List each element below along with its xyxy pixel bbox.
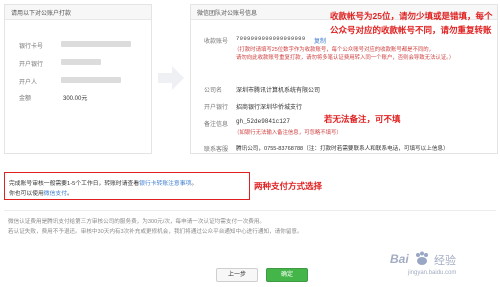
company-value: 深圳市腾讯计算机系统有限公司	[236, 88, 321, 94]
arrow-right-icon	[158, 66, 184, 90]
bank-label: 开户银行	[19, 62, 44, 68]
watermark-url: jingyan.baidu.com	[408, 270, 457, 276]
remark-value: gh_52de9841c127	[236, 118, 291, 125]
notice-line2-end: 。	[67, 191, 73, 197]
notice-line1-end: 。	[191, 181, 198, 187]
account-holder-value-blurred	[61, 77, 121, 83]
bank-card-label: 银行卡号	[19, 44, 44, 50]
contact-value: 腾讯公司，0755-83768788（注：打款时若需要联系人和联系电话，可填写以…	[236, 146, 449, 152]
contact-label: 联系客服	[204, 147, 229, 153]
fee-info-line2: 若认证失败，费用不予退还。审核中30天内有3次补充或更修机会，我们将通过公众平台…	[8, 229, 303, 235]
amount-label: 金额	[19, 96, 32, 102]
notice-line2-text: 你也可以使用	[9, 191, 44, 197]
red-annotation-remark: 若无法备注，可不填	[324, 114, 401, 124]
red-annotation-account: 收款帐号为25位，请勿少填或是错填，每个 公众号对应的收款帐号不同，请勿重复转账	[330, 10, 492, 36]
notice-line2: 你也可以使用微信支付。	[9, 188, 73, 197]
remark-label: 备注信息	[204, 122, 229, 128]
bank-card-value-blurred	[61, 41, 131, 47]
remark-note: （如银行无法输入备注信息，可忽略不填写）	[234, 130, 342, 136]
copy-link[interactable]: 复制	[314, 36, 326, 45]
account-holder-label: 开户人	[19, 80, 38, 86]
payment-notice-box: 完成账号审核一般需要1-5个工作日，转账时请查看银行卡转账注意事项。 你也可以使…	[4, 172, 250, 200]
watermark-brand: Bai	[390, 252, 409, 266]
amount-value: 300.00元	[63, 96, 88, 102]
panel-title: 微信团队对公账号信息	[197, 11, 258, 17]
panel-title: 请用以下对公账户打款	[11, 11, 72, 17]
receive-account-note-line2: 请勿向此收款账号重复打款，请勿将多笔认证费用转入同一个账户，否则会导致无法认证。…	[236, 55, 455, 61]
receive-account-note-line1: （打款时请填写25位数字作为收款账号，每个公众账号对应的收款账号都是不同的，	[234, 47, 435, 53]
paw-logo-icon	[416, 251, 428, 265]
receive-account-label: 收款账号	[204, 39, 229, 45]
baidu-jingyan-watermark: Bai 经验 jingyan.baidu.com	[390, 250, 494, 284]
bank-value-blurred	[61, 59, 101, 65]
bank-transfer-notes-link[interactable]: 银行卡转账注意事项	[139, 181, 191, 187]
payment-account-header: 请用以下对公账户打款	[5, 5, 151, 20]
payment-account-panel: 请用以下对公账户打款 银行卡号 开户银行 开户人 金额 300.00元	[4, 4, 152, 154]
divider	[4, 210, 496, 211]
notice-line1-text: 完成账号审核一般需要1-5个工作日，转账时请查看	[9, 181, 140, 187]
confirm-button[interactable]: 确定	[266, 268, 308, 282]
red-annotation-account-line2: 公众号对应的收款帐号不同，请勿重复转账	[330, 25, 492, 35]
red-annotation-payment-methods: 两种支付方式选择	[254, 181, 323, 191]
wechat-pay-link[interactable]: 微信支付	[44, 191, 67, 197]
company-label: 公司名	[204, 88, 223, 94]
receive-account-value: 7999999999999999999	[236, 35, 306, 42]
watermark-suffix: 经验	[434, 255, 456, 267]
red-annotation-account-line1: 收款帐号为25位，请勿少填或是错填，每个	[330, 11, 493, 21]
bank-label: 开户银行	[204, 105, 229, 111]
bank-value: 招商银行深圳华侨城支行	[236, 105, 303, 111]
previous-step-button[interactable]: 上一步	[216, 268, 258, 282]
notice-line1: 完成账号审核一般需要1-5个工作日，转账时请查看银行卡转账注意事项。	[9, 178, 197, 187]
fee-info-line1: 微信认证费用是腾讯支付给第三方审核公司的服务费，为300元/次，每申请一次认证均…	[8, 219, 266, 225]
